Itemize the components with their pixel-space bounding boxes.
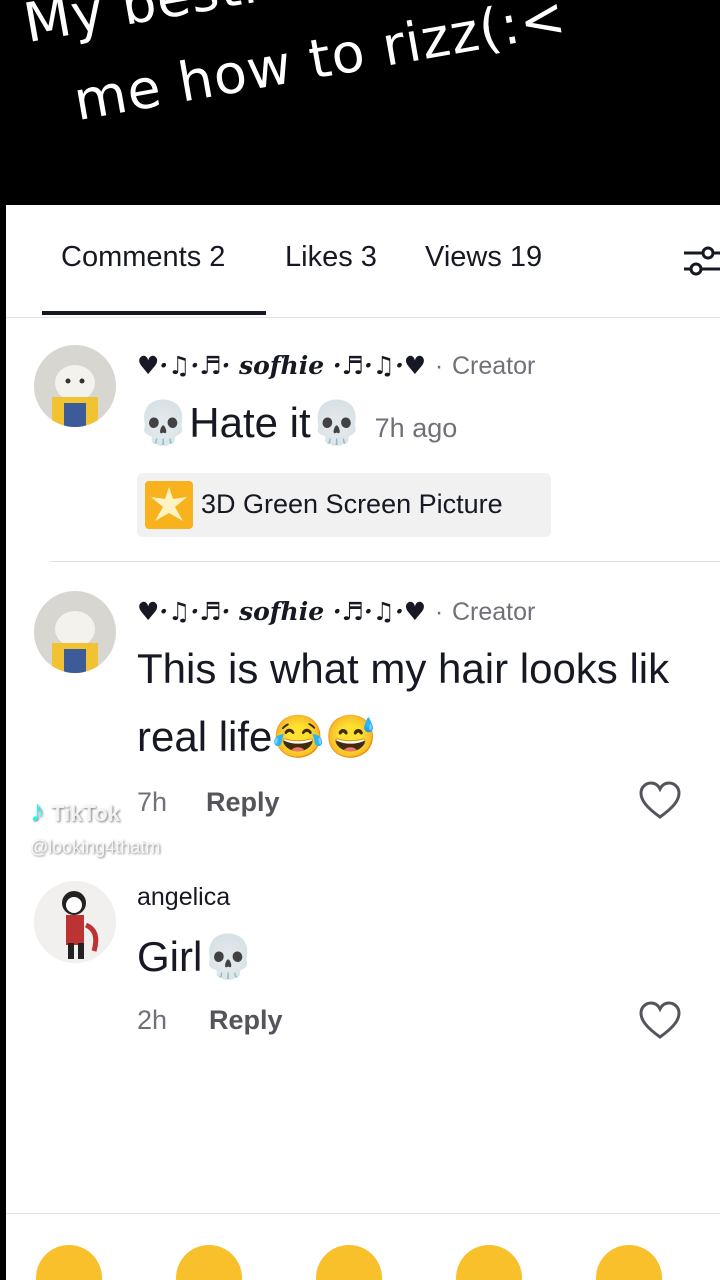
- comment-text: 💀Hate it💀 7h ago: [137, 399, 458, 446]
- tab-likes[interactable]: Likes 3: [285, 241, 377, 274]
- comment-time: 7h ago: [374, 413, 458, 443]
- creator-badge: Creator: [451, 352, 536, 380]
- effect-chip-label: 3D Green Screen Picture: [201, 489, 503, 519]
- comments-panel: Comments 2 Likes 3 Views 19 ♥·♫·♬· sofhi…: [6, 205, 720, 1280]
- like-heart-icon[interactable]: [638, 781, 682, 821]
- comment-time: 2h: [137, 1005, 168, 1035]
- comment-text-line-2: real life😂😅: [137, 713, 377, 760]
- emoji-bar-divider: [6, 1213, 720, 1214]
- reply-button[interactable]: Reply: [206, 787, 280, 818]
- tab-views[interactable]: Views 19: [425, 241, 542, 274]
- like-heart-icon[interactable]: [638, 1001, 682, 1041]
- tab-bar: Comments 2 Likes 3 Views 19: [6, 205, 720, 318]
- laugh-emoji-icon[interactable]: [316, 1245, 382, 1280]
- avatar[interactable]: [34, 345, 116, 427]
- reply-button[interactable]: Reply: [209, 1005, 283, 1036]
- tiktok-watermark: ♪ TikTok @looking4thatm: [30, 795, 161, 857]
- avatar[interactable]: [34, 881, 116, 963]
- comment-username[interactable]: ♥·♫·♬· sofhie ·♬·♫·♥ · Creator: [137, 351, 535, 381]
- comment-text-line-1: This is what my hair looks lik: [137, 645, 670, 692]
- video-caption: My bestie teachin me how to rizz(:<: [0, 0, 720, 205]
- divider: [50, 561, 720, 562]
- creator-badge: Creator: [451, 598, 536, 626]
- comment-username[interactable]: ♥·♫·♬· sofhie ·♬·♫·♥ · Creator: [137, 597, 535, 627]
- comment-text: Girl💀: [137, 933, 255, 980]
- comment-username[interactable]: angelica: [137, 883, 230, 912]
- smile-emoji-icon[interactable]: [36, 1245, 102, 1280]
- active-tab-indicator: [42, 311, 266, 315]
- filter-icon[interactable]: [682, 243, 720, 279]
- avatar[interactable]: [34, 591, 116, 673]
- smirk-emoji-icon[interactable]: [596, 1245, 662, 1280]
- flushed-emoji-icon[interactable]: [456, 1245, 522, 1280]
- tab-comments[interactable]: Comments 2: [61, 241, 225, 274]
- tiktok-logo-icon: ♪: [30, 795, 45, 828]
- heart-eyes-emoji-icon[interactable]: [176, 1245, 242, 1280]
- effect-chip[interactable]: 3D Green Screen Picture: [137, 473, 551, 537]
- effect-icon: [145, 481, 193, 529]
